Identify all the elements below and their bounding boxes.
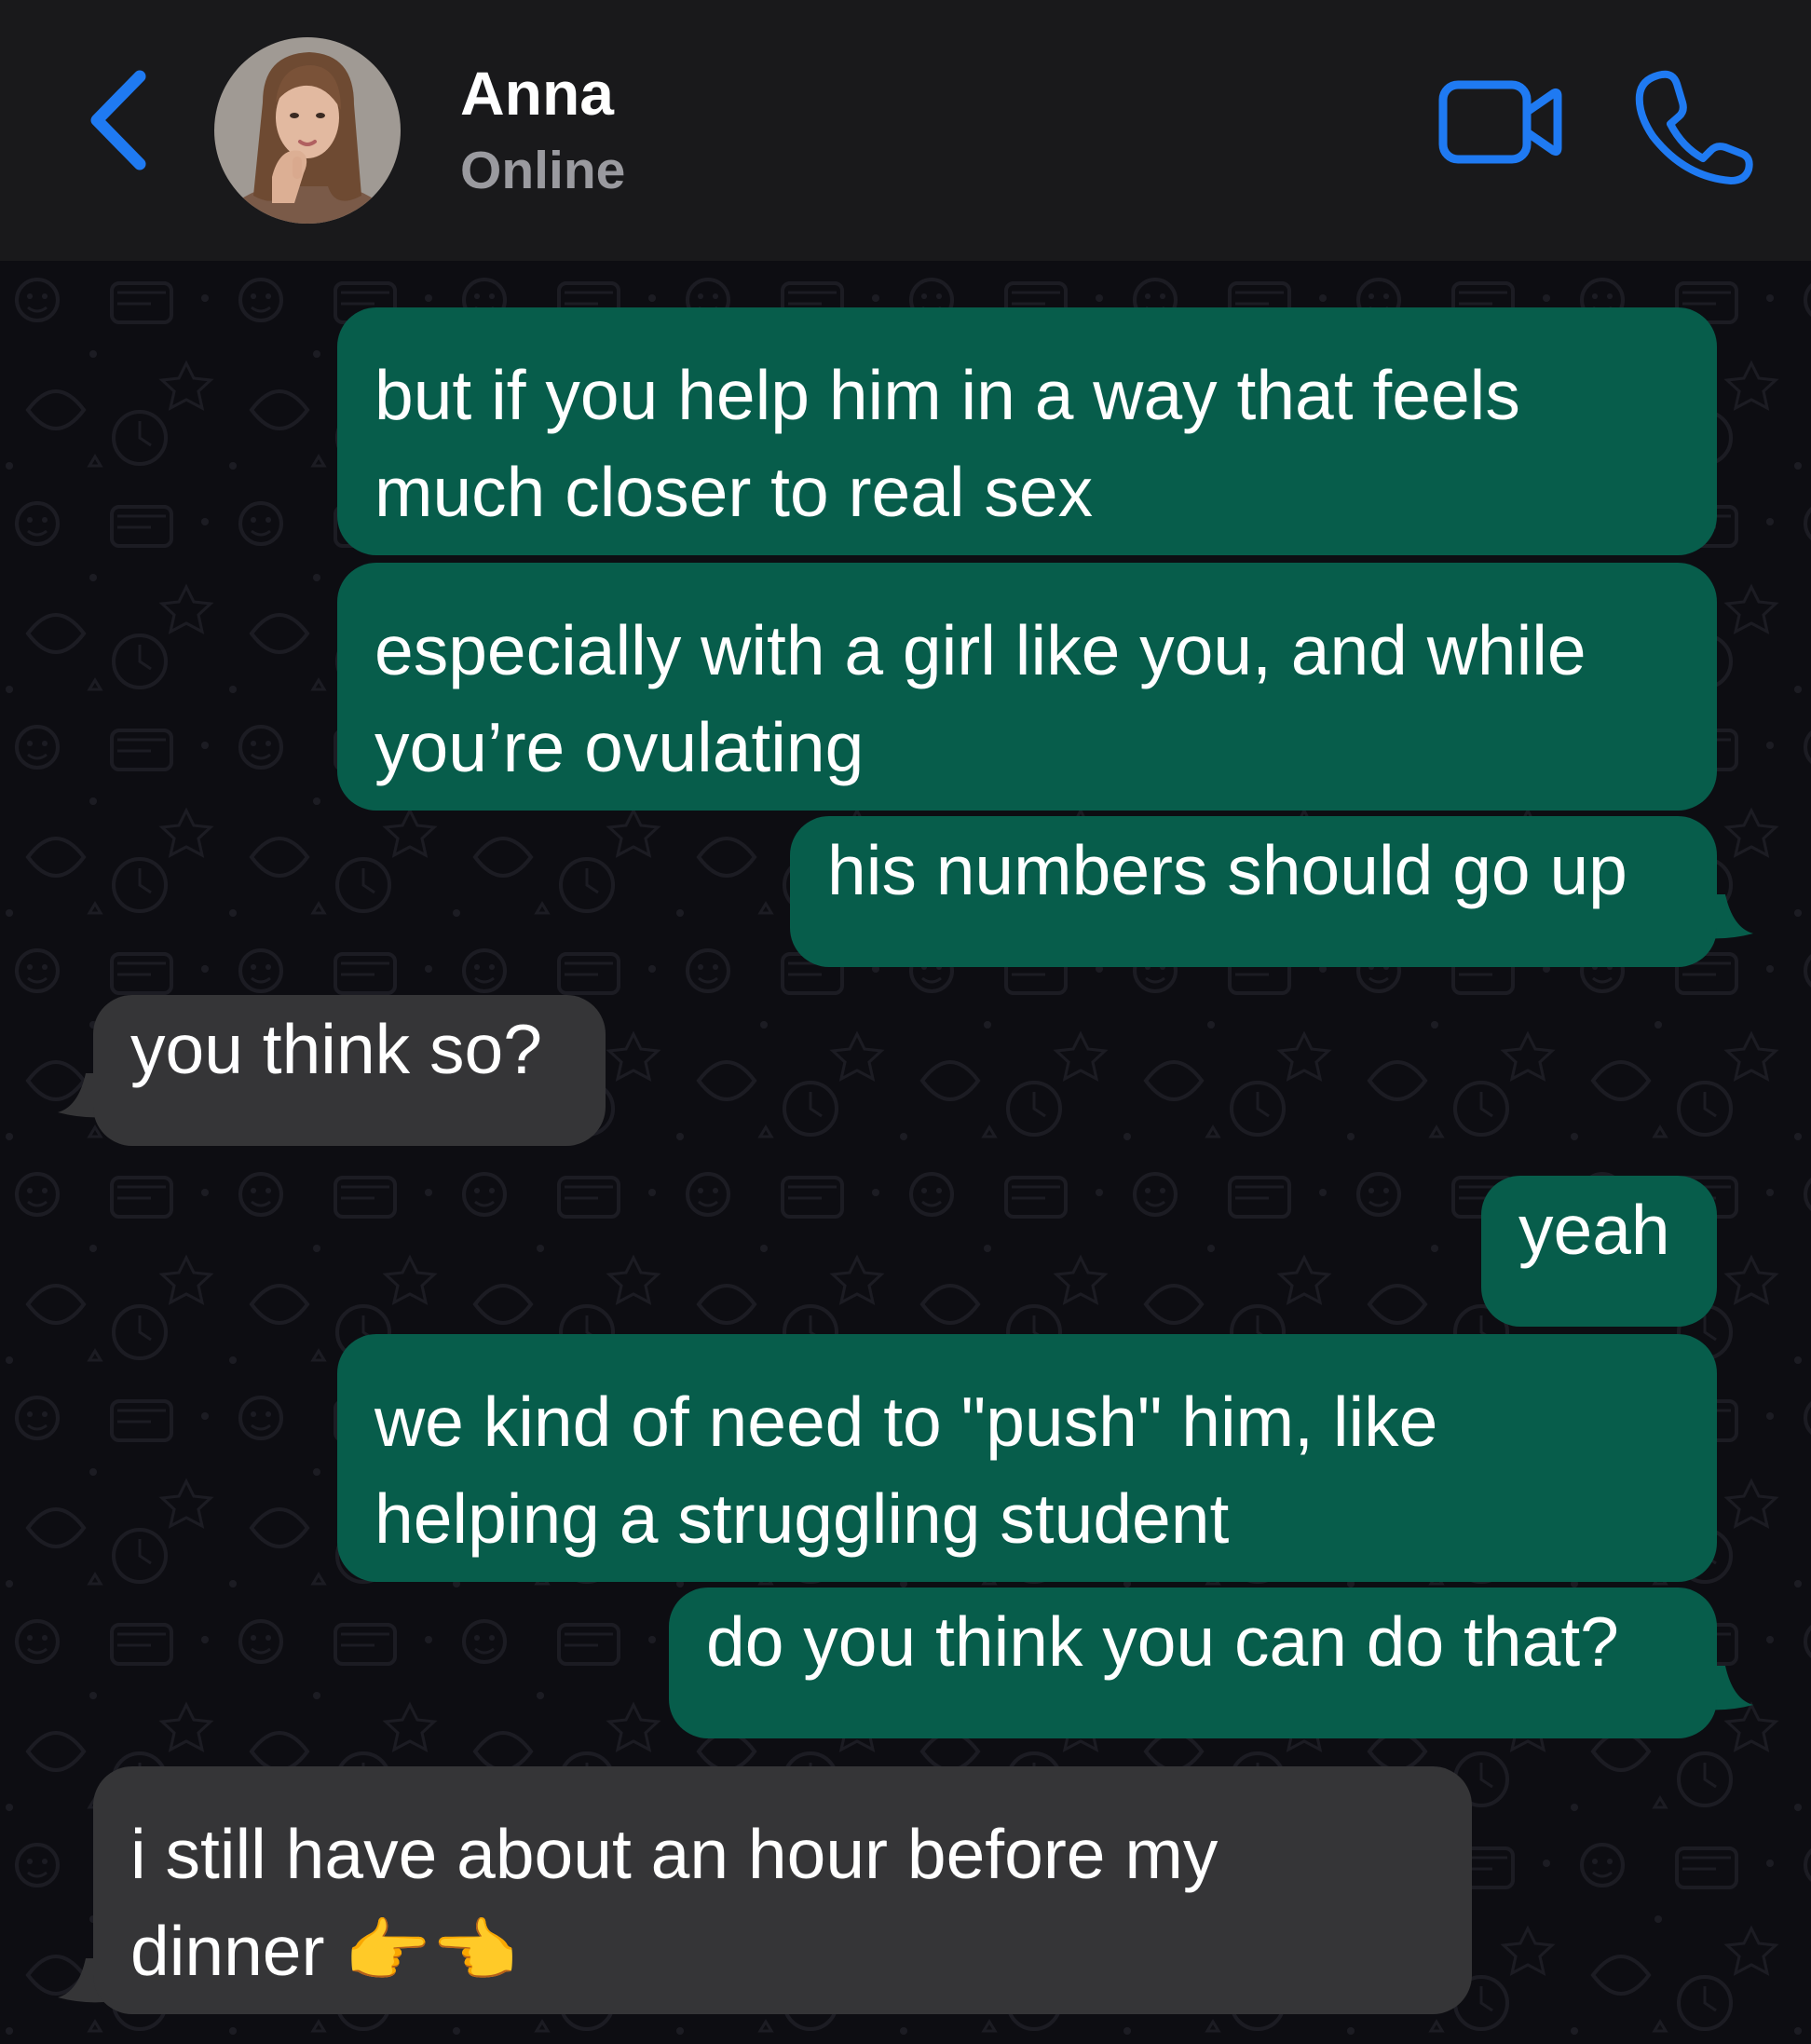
message-text-line: especially with a girl like you, and whi…	[374, 611, 1586, 689]
voice-call-button[interactable]	[1632, 65, 1753, 186]
message-text-line: we kind of need to "push" him, like	[374, 1383, 1438, 1461]
contact-avatar[interactable]	[214, 37, 401, 224]
phone-icon	[1635, 70, 1753, 184]
message-text-line: dinner 👉👈	[130, 1912, 519, 1990]
chat-header: Anna Online	[0, 0, 1811, 261]
message-incoming[interactable]: i still have about an hour before my din…	[93, 1766, 1472, 2014]
message-text-line: do you think you can do that?	[706, 1602, 1619, 1681]
message-text-line: but if you help him in a way that feels	[374, 356, 1520, 434]
avatar-photo	[214, 37, 401, 224]
message-text-line: yeah	[1518, 1191, 1670, 1269]
message-outgoing[interactable]: especially with a girl like you, and whi…	[337, 563, 1717, 811]
back-button[interactable]	[82, 65, 162, 175]
message-text-line: much closer to real sex	[374, 453, 1094, 531]
message-outgoing[interactable]: his numbers should go up	[790, 816, 1717, 967]
message-outgoing[interactable]: we kind of need to "push" him, like help…	[337, 1334, 1717, 1582]
video-call-button[interactable]	[1435, 76, 1565, 170]
message-outgoing[interactable]: yeah	[1481, 1176, 1717, 1327]
chevron-left-icon	[90, 70, 146, 170]
message-outgoing[interactable]: but if you help him in a way that feels …	[337, 307, 1717, 555]
message-text-line: you think so?	[130, 1010, 542, 1088]
message-text-line: you’re ovulating	[374, 708, 865, 786]
chat-area[interactable]: but if you help him in a way that feels …	[0, 261, 1811, 2044]
message-outgoing[interactable]: do you think you can do that?	[669, 1588, 1717, 1738]
message-incoming[interactable]: you think so?	[93, 995, 606, 1146]
message-text-line: his numbers should go up	[827, 831, 1627, 909]
video-camera-icon	[1438, 80, 1562, 164]
contact-status: Online	[460, 141, 626, 200]
message-text-line: i still have about an hour before my	[130, 1815, 1219, 1893]
contact-name[interactable]: Anna	[460, 58, 614, 129]
message-text-line: helping a struggling student	[374, 1479, 1230, 1558]
